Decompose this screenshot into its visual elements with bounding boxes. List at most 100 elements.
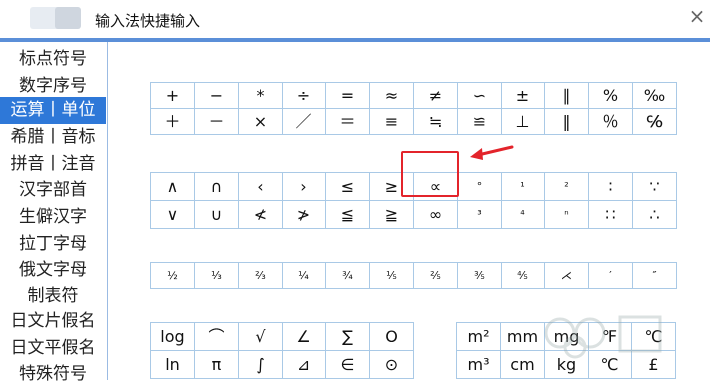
symbol-cell[interactable]: ′ <box>589 263 633 289</box>
symbol-cell[interactable]: ≒ <box>414 109 458 135</box>
symbol-cell[interactable]: % <box>589 83 633 109</box>
symbol-cell[interactable]: ％ <box>589 109 633 135</box>
symbol-cell[interactable]: m³ <box>457 351 501 379</box>
sidebar-item-9[interactable]: 制表符 <box>0 283 106 310</box>
symbol-cell[interactable]: − <box>195 83 239 109</box>
symbol-cell[interactable]: ⊙ <box>370 351 414 379</box>
symbol-cell[interactable]: mm <box>501 323 545 351</box>
symbol-cell[interactable]: － <box>195 109 239 135</box>
symbol-cell[interactable]: √ <box>239 323 283 351</box>
symbol-group-3: log ⌒ √ ∠ ∑ Οln π ∫ ⊿ ∈ ⊙ <box>150 322 414 379</box>
symbol-cell[interactable]: ≌ <box>458 109 502 135</box>
symbol-cell[interactable]: ∧ <box>151 173 195 201</box>
symbol-cell[interactable]: ∽ <box>458 83 502 109</box>
symbol-cell[interactable]: ⅓ <box>195 263 239 289</box>
symbol-cell[interactable]: ∈ <box>326 351 370 379</box>
sidebar-item-5[interactable]: 汉字部首 <box>0 177 106 204</box>
symbol-cell[interactable]: ∴ <box>633 201 677 229</box>
title-bar: 输入法快捷输入 × <box>0 0 710 38</box>
symbol-cell[interactable]: ³ <box>458 201 502 229</box>
symbol-cell[interactable]: ≥ <box>370 173 414 201</box>
sidebar-item-11[interactable]: 日文平假名 <box>0 335 106 362</box>
symbol-cell[interactable]: ≧ <box>370 201 414 229</box>
symbol-cell[interactable]: ¼ <box>282 263 326 289</box>
symbol-cell[interactable]: ½ <box>151 263 195 289</box>
symbol-cell[interactable]: › <box>282 173 326 201</box>
symbol-cell[interactable]: ⊥ <box>501 109 545 135</box>
symbol-cell[interactable]: ∶ <box>589 173 633 201</box>
symbol-cell[interactable]: π <box>195 351 239 379</box>
symbol-cell[interactable]: ∥ <box>545 83 589 109</box>
symbol-cell[interactable]: ¹ <box>501 173 545 201</box>
symbol-cell[interactable]: ⅔ <box>239 263 283 289</box>
sidebar-item-8[interactable]: 俄文字母 <box>0 257 106 284</box>
symbol-cell[interactable]: ² <box>545 173 589 201</box>
symbol-cell[interactable]: cm <box>501 351 545 379</box>
sidebar-item-6[interactable]: 生僻汉字 <box>0 204 106 231</box>
symbol-cell[interactable]: ‖ <box>545 109 589 135</box>
symbol-cell[interactable]: ≈ <box>370 83 414 109</box>
symbol-cell[interactable]: ∩ <box>195 173 239 201</box>
symbol-cell[interactable]: ÷ <box>282 83 326 109</box>
symbol-cell[interactable]: * <box>239 83 283 109</box>
symbol-cell[interactable]: ‰ <box>633 83 677 109</box>
symbol-cell[interactable]: + <box>151 83 195 109</box>
symbol-cell[interactable]: ≠ <box>414 83 458 109</box>
symbol-cell[interactable]: ∠ <box>282 323 326 351</box>
symbol-cell[interactable]: = <box>326 83 370 109</box>
symbol-cell[interactable]: ⅕ <box>370 263 414 289</box>
symbol-cell[interactable]: ⁴ <box>501 201 545 229</box>
sidebar-item-1[interactable]: 数字序号 <box>0 73 106 100</box>
symbol-cell[interactable]: ‹ <box>239 173 283 201</box>
symbol-cell[interactable]: ⋌ <box>545 263 589 289</box>
symbol-cell[interactable]: ⁿ <box>545 201 589 229</box>
symbol-group-2: ½ ⅓ ⅔ ¼ ¾ ⅕ ⅖ ⅗ ⅘ ⋌ ′ ″ <box>150 262 677 289</box>
watermark-logo <box>544 315 662 359</box>
symbol-cell[interactable]: ⅗ <box>458 263 502 289</box>
symbol-cell[interactable]: ⅘ <box>501 263 545 289</box>
symbol-cell[interactable]: ¾ <box>326 263 370 289</box>
sidebar-item-10[interactable]: 日文片假名 <box>0 308 106 335</box>
symbol-group-0: + − * ÷ = ≈ ≠ ∽ ± ∥% ‰ ＋－ × ／＝ ≡ ≒ ≌ ⊥ ‖ ％ ℅ <box>150 82 677 135</box>
symbol-cell[interactable]: ∑ <box>326 323 370 351</box>
symbol-cell[interactable]: ± <box>501 83 545 109</box>
symbol-cell[interactable]: ℅ <box>633 109 677 135</box>
symbol-cell[interactable]: ≮ <box>239 201 283 229</box>
sidebar-item-7[interactable]: 拉丁字母 <box>0 231 106 258</box>
symbol-cell[interactable]: ＋ <box>151 109 195 135</box>
symbol-cell[interactable]: ／ <box>282 109 326 135</box>
symbol-cell[interactable]: ≡ <box>370 109 414 135</box>
symbol-cell[interactable]: ∪ <box>195 201 239 229</box>
symbol-cell[interactable]: ＝ <box>326 109 370 135</box>
symbol-cell[interactable]: × <box>239 109 283 135</box>
sidebar-item-0[interactable]: 标点符号 <box>0 46 106 73</box>
symbol-cell[interactable]: ln <box>151 351 195 379</box>
blurred-app-icon-overlay <box>55 7 81 29</box>
symbol-cell[interactable]: ∫ <box>239 351 283 379</box>
symbol-cell[interactable]: ≦ <box>326 201 370 229</box>
symbol-cell[interactable]: ∷ <box>589 201 633 229</box>
red-arrow-icon <box>470 145 514 160</box>
symbol-cell[interactable]: ∞ <box>414 201 458 229</box>
symbol-cell[interactable]: ∵ <box>633 173 677 201</box>
symbol-cell[interactable]: ∝ <box>414 173 458 201</box>
symbol-cell[interactable]: ⌒ <box>195 323 239 351</box>
sidebar-item-2[interactable]: 运算丨单位 <box>0 97 106 124</box>
symbol-cell[interactable]: ⅖ <box>414 263 458 289</box>
sidebar-item-4[interactable]: 拼音丨注音 <box>0 151 106 178</box>
symbol-cell[interactable]: ≤ <box>326 173 370 201</box>
window-title: 输入法快捷输入 <box>95 12 201 30</box>
symbol-cell[interactable]: m² <box>457 323 501 351</box>
symbol-cell[interactable]: log <box>151 323 195 351</box>
symbol-cell[interactable]: ″ <box>633 263 677 289</box>
category-sidebar: 标点符号 数字序号 运算丨单位 希腊丨音标 拼音丨注音 汉字部首 生僻汉字 拉丁字母 俄文字母制… <box>0 42 108 384</box>
symbol-group-1: ∧ ∩ ‹ › ≤ ≥ ∝ ° ¹ ² ∶ ∵ ∨ ∪ ≮ ≯ ≦ ≧ ∞ ³ ⁴ ⁿ ∷ ∴ <box>150 172 677 229</box>
symbol-cell[interactable]: Ο <box>370 323 414 351</box>
close-icon[interactable]: × <box>686 4 708 28</box>
symbol-cell[interactable]: ≯ <box>282 201 326 229</box>
sidebar-item-12[interactable]: 特殊符号 <box>0 361 106 388</box>
symbol-cell[interactable]: ° <box>458 173 502 201</box>
symbol-cell[interactable]: ⊿ <box>282 351 326 379</box>
symbol-cell[interactable]: ∨ <box>151 201 195 229</box>
sidebar-item-3[interactable]: 希腊丨音标 <box>0 124 106 151</box>
